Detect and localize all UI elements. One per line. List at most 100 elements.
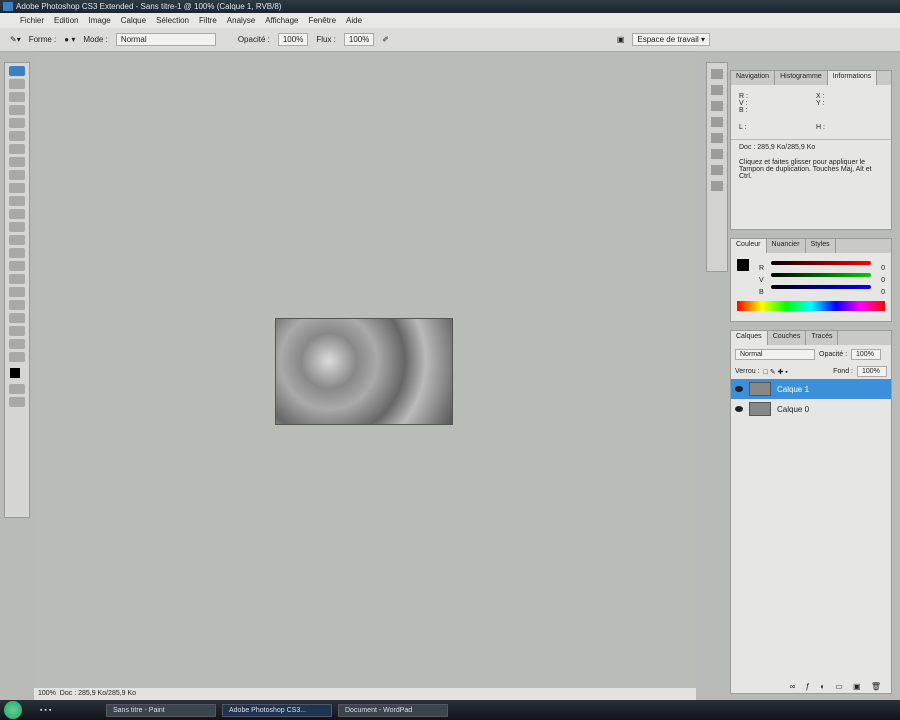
color-g-value[interactable]: 0 bbox=[881, 277, 885, 284]
clone-stamp-tool-icon[interactable] bbox=[9, 183, 25, 193]
navigator-icon[interactable] bbox=[711, 69, 723, 79]
tab-swatches[interactable]: Nuancier bbox=[767, 239, 806, 253]
tab-color[interactable]: Couleur bbox=[731, 239, 767, 253]
tool-presets-icon[interactable] bbox=[711, 181, 723, 191]
green-slider[interactable] bbox=[771, 273, 871, 277]
lasso-tool-icon[interactable] bbox=[9, 105, 25, 115]
blue-slider[interactable] bbox=[771, 285, 871, 289]
history-icon[interactable] bbox=[711, 149, 723, 159]
airbrush-icon[interactable]: ✐ bbox=[382, 35, 389, 44]
menu-selection[interactable]: Sélection bbox=[156, 13, 189, 28]
magic-wand-tool-icon[interactable] bbox=[9, 118, 25, 128]
tab-navigation[interactable]: Navigation bbox=[731, 71, 776, 85]
color-spectrum[interactable] bbox=[737, 301, 885, 311]
info-hint: Cliquez et faites glisser pour appliquer… bbox=[739, 159, 872, 180]
histogram-icon[interactable] bbox=[711, 85, 723, 95]
color-b-label: B bbox=[759, 289, 764, 296]
taskbar-item[interactable]: Adobe Photoshop CS3... bbox=[222, 703, 332, 717]
slice-tool-icon[interactable] bbox=[9, 144, 25, 154]
flow-label: Flux : bbox=[316, 35, 336, 44]
lock-icons[interactable]: □ ✎ ✚ ▪ bbox=[764, 368, 788, 376]
layer-fill-field[interactable]: 100% bbox=[857, 366, 887, 377]
blur-tool-icon[interactable] bbox=[9, 235, 25, 245]
menu-fenetre[interactable]: Fenêtre bbox=[308, 13, 336, 28]
menu-image[interactable]: Image bbox=[88, 13, 110, 28]
menu-calque[interactable]: Calque bbox=[121, 13, 146, 28]
brush-label: Forme : bbox=[28, 35, 57, 44]
zoom-level[interactable]: 100% bbox=[38, 690, 56, 697]
red-slider[interactable] bbox=[771, 261, 871, 265]
flow-field[interactable]: 100% bbox=[343, 33, 375, 46]
color-r-value[interactable]: 0 bbox=[881, 265, 885, 272]
tab-layers[interactable]: Calques bbox=[731, 331, 768, 345]
tab-histogram[interactable]: Histogramme bbox=[775, 71, 828, 85]
menu-filtre[interactable]: Filtre bbox=[199, 13, 217, 28]
brush-picker[interactable]: ● ▾ bbox=[64, 35, 75, 44]
window-title: Adobe Photoshop CS3 Extended - Sans titr… bbox=[16, 2, 282, 11]
brush-tool-icon[interactable] bbox=[9, 170, 25, 180]
tab-paths[interactable]: Tracés bbox=[806, 331, 839, 345]
zoom-tool-icon[interactable] bbox=[9, 352, 25, 362]
layer-name[interactable]: Calque 0 bbox=[777, 405, 809, 414]
menu-edition[interactable]: Edition bbox=[54, 13, 78, 28]
eyedropper-tool-icon[interactable] bbox=[9, 326, 25, 336]
screen-mode-icon[interactable] bbox=[9, 397, 25, 407]
clone-source-icon[interactable] bbox=[711, 133, 723, 143]
dodge-tool-icon[interactable] bbox=[9, 248, 25, 258]
color-g-label: V bbox=[759, 277, 764, 284]
visibility-eye-icon[interactable] bbox=[735, 386, 743, 392]
pen-tool-icon[interactable] bbox=[9, 261, 25, 271]
opacity-label: Opacité : bbox=[819, 351, 848, 358]
color-panel: Couleur Nuancier Styles R 0 V 0 B 0 bbox=[730, 238, 892, 322]
clone-stamp-tool-icon[interactable]: ✎▾ bbox=[10, 35, 21, 44]
layer-actions[interactable]: ∞ ƒ ◐ ▭ ▣ 🗑 bbox=[790, 682, 885, 691]
gradient-tool-icon[interactable] bbox=[9, 222, 25, 232]
healing-brush-tool-icon[interactable] bbox=[9, 157, 25, 167]
info-x: X : bbox=[816, 93, 825, 100]
layer-row[interactable]: Calque 1 bbox=[731, 379, 891, 399]
quick-mask-icon[interactable] bbox=[9, 384, 25, 394]
info-g: V : bbox=[739, 100, 748, 107]
foreground-color-swatch[interactable] bbox=[10, 368, 20, 378]
layer-thumbnail bbox=[749, 402, 771, 416]
tab-channels[interactable]: Couches bbox=[768, 331, 807, 345]
menu-fichier[interactable]: Fichier bbox=[20, 13, 44, 28]
quick-launch-icons[interactable]: ▪ ▪ ▪ bbox=[40, 707, 100, 714]
menu-aide[interactable]: Aide bbox=[346, 13, 362, 28]
path-selection-tool-icon[interactable] bbox=[9, 287, 25, 297]
workspace-button[interactable]: Espace de travail ▾ bbox=[632, 33, 710, 46]
layer-opacity-field[interactable]: 100% bbox=[851, 349, 882, 360]
opacity-field[interactable]: 100% bbox=[277, 33, 309, 46]
layer-row[interactable]: Calque 0 bbox=[731, 399, 891, 419]
menu-analyse[interactable]: Analyse bbox=[227, 13, 255, 28]
info-h: H : bbox=[816, 124, 825, 131]
crop-tool-icon[interactable] bbox=[9, 131, 25, 141]
visibility-eye-icon[interactable] bbox=[735, 406, 743, 412]
document-image[interactable] bbox=[275, 318, 453, 425]
tab-info[interactable]: Informations bbox=[827, 71, 878, 85]
eraser-tool-icon[interactable] bbox=[9, 209, 25, 219]
palette-well-icon[interactable]: ▣ bbox=[617, 35, 625, 44]
info-icon[interactable] bbox=[711, 101, 723, 111]
tab-styles[interactable]: Styles bbox=[806, 239, 836, 253]
taskbar-item[interactable]: Document - WordPad bbox=[338, 703, 448, 717]
layer-thumbnail bbox=[749, 382, 771, 396]
mode-select[interactable]: Normal bbox=[115, 33, 216, 46]
move-tool-icon[interactable] bbox=[9, 79, 25, 89]
start-button[interactable] bbox=[4, 701, 22, 719]
hand-tool-icon[interactable] bbox=[9, 339, 25, 349]
actions-icon[interactable] bbox=[711, 165, 723, 175]
taskbar-item[interactable]: Sans titre - Paint bbox=[106, 703, 216, 717]
menu-affichage[interactable]: Affichage bbox=[265, 13, 298, 28]
shape-tool-icon[interactable] bbox=[9, 300, 25, 310]
brushes-icon[interactable] bbox=[711, 117, 723, 127]
notes-tool-icon[interactable] bbox=[9, 313, 25, 323]
marquee-tool-icon[interactable] bbox=[9, 92, 25, 102]
doc-size: Doc : 285,9 Ko/285,9 Ko bbox=[59, 690, 137, 697]
history-brush-tool-icon[interactable] bbox=[9, 196, 25, 206]
layer-name[interactable]: Calque 1 bbox=[777, 385, 809, 394]
layers-panel: Calques Couches Tracés Normal Opacité : 10… bbox=[730, 330, 892, 694]
type-tool-icon[interactable] bbox=[9, 274, 25, 284]
blend-mode-select[interactable]: Normal bbox=[735, 349, 815, 360]
color-b-value[interactable]: 0 bbox=[881, 289, 885, 296]
